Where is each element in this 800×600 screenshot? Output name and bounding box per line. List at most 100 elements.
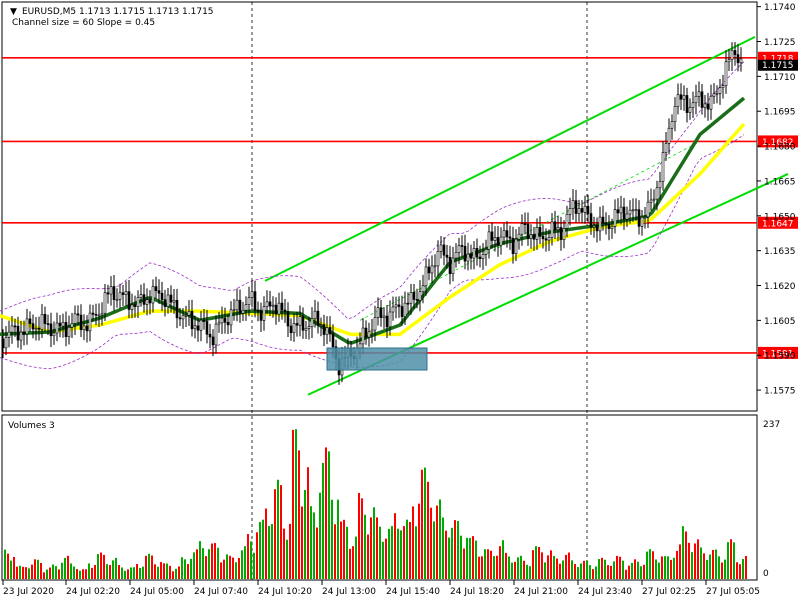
candle-body (298, 316, 302, 326)
volume-bar (202, 548, 204, 579)
candle-body (550, 221, 554, 238)
candle-body (172, 299, 176, 303)
volume-bar (532, 550, 534, 579)
candle-body (712, 93, 716, 97)
candle-body (709, 95, 713, 110)
candle-body (646, 201, 650, 218)
volume-bar (574, 564, 576, 579)
volume-bar (283, 528, 285, 579)
candle-body (406, 302, 410, 305)
candle-body (430, 265, 434, 274)
candle-body (469, 253, 473, 259)
volume-bar (676, 550, 678, 579)
volume-bar (565, 554, 567, 579)
volume-bar (130, 567, 132, 579)
volume-bar (169, 565, 171, 579)
current-price-label: 1.1715 (762, 61, 794, 71)
candle-body (304, 328, 308, 331)
volume-bar (193, 552, 195, 579)
volume-bar (85, 569, 87, 579)
volume-bar (700, 547, 702, 579)
volume-bar (82, 569, 84, 579)
price-tick-label: 1.1695 (764, 108, 796, 118)
volume-bar (463, 548, 465, 579)
candle-body (220, 317, 224, 324)
candle-body (118, 292, 122, 300)
candle-body (643, 216, 647, 219)
volume-bar (400, 530, 402, 579)
volume-bar (361, 498, 363, 579)
candle-body (109, 286, 113, 295)
volume-bar (187, 564, 189, 579)
volume-bar (622, 560, 624, 579)
volume-bar (694, 543, 696, 579)
volume-bar (115, 557, 117, 579)
volume-bar (190, 558, 192, 579)
symbol-header-arrow: ▼ (10, 7, 17, 17)
volume-bar (421, 469, 423, 579)
volume-bar (559, 563, 561, 579)
volume-bar (388, 528, 390, 579)
volume-bar (610, 565, 612, 579)
candle-body (475, 248, 479, 258)
volume-bar (487, 549, 489, 579)
volume-bar (367, 534, 369, 579)
candle-body (490, 231, 494, 241)
volume-bar (109, 565, 111, 579)
volume-bar (319, 492, 321, 579)
volume-bar (22, 566, 24, 579)
volume-bar (271, 523, 273, 579)
candle-body (241, 309, 245, 314)
volume-bar (244, 546, 246, 579)
candle-body (487, 231, 491, 250)
candle-body (91, 312, 95, 315)
volume-bar (442, 517, 444, 579)
candle-body (730, 50, 734, 60)
volume-bar (688, 542, 690, 579)
volume-bar (235, 562, 237, 579)
candle-body (601, 216, 605, 224)
volume-max-label: 237 (763, 420, 780, 430)
volume-bar (76, 569, 78, 579)
candle-body (631, 209, 635, 212)
candle-body (187, 311, 191, 316)
volume-bar (484, 549, 486, 579)
candle-body (163, 299, 167, 307)
time-tick-label: 24 Jul 15:40 (386, 587, 440, 597)
candle-body (580, 208, 584, 213)
candle-body (283, 309, 287, 312)
chart-canvas: 1.17181.16821.16471.15911.1715 1.17401.1… (0, 0, 800, 600)
candle-body (256, 309, 260, 312)
candle-body (427, 266, 431, 274)
volume-bar (55, 566, 57, 579)
volume-bar (268, 526, 270, 579)
candle-body (553, 221, 557, 231)
volume-bar (358, 492, 360, 579)
candle-body (589, 213, 593, 228)
volume-bar (730, 539, 732, 579)
candle-body (460, 245, 464, 247)
candle-body (193, 325, 197, 330)
candle-body (481, 254, 485, 259)
candle-body (616, 209, 620, 214)
volume-bar (391, 526, 393, 579)
candle-body (331, 333, 335, 348)
candle-body (328, 327, 332, 335)
candle-body (556, 227, 560, 231)
candle-body (604, 222, 608, 225)
price-tick-label: 1.1710 (764, 73, 796, 83)
volume-bar (79, 570, 81, 579)
candle-body (529, 234, 533, 240)
volume-bar (634, 559, 636, 579)
volume-bar (517, 557, 519, 579)
volume-bar (382, 541, 384, 579)
candle-body (700, 91, 704, 108)
volume-bar (544, 562, 546, 579)
volume-bar (529, 566, 531, 579)
volume-bar (547, 555, 549, 579)
volume-bar (292, 429, 294, 579)
candle-body (583, 205, 587, 213)
volume-bar (604, 559, 606, 579)
candle-body (496, 237, 500, 246)
volume-bar (613, 561, 615, 579)
